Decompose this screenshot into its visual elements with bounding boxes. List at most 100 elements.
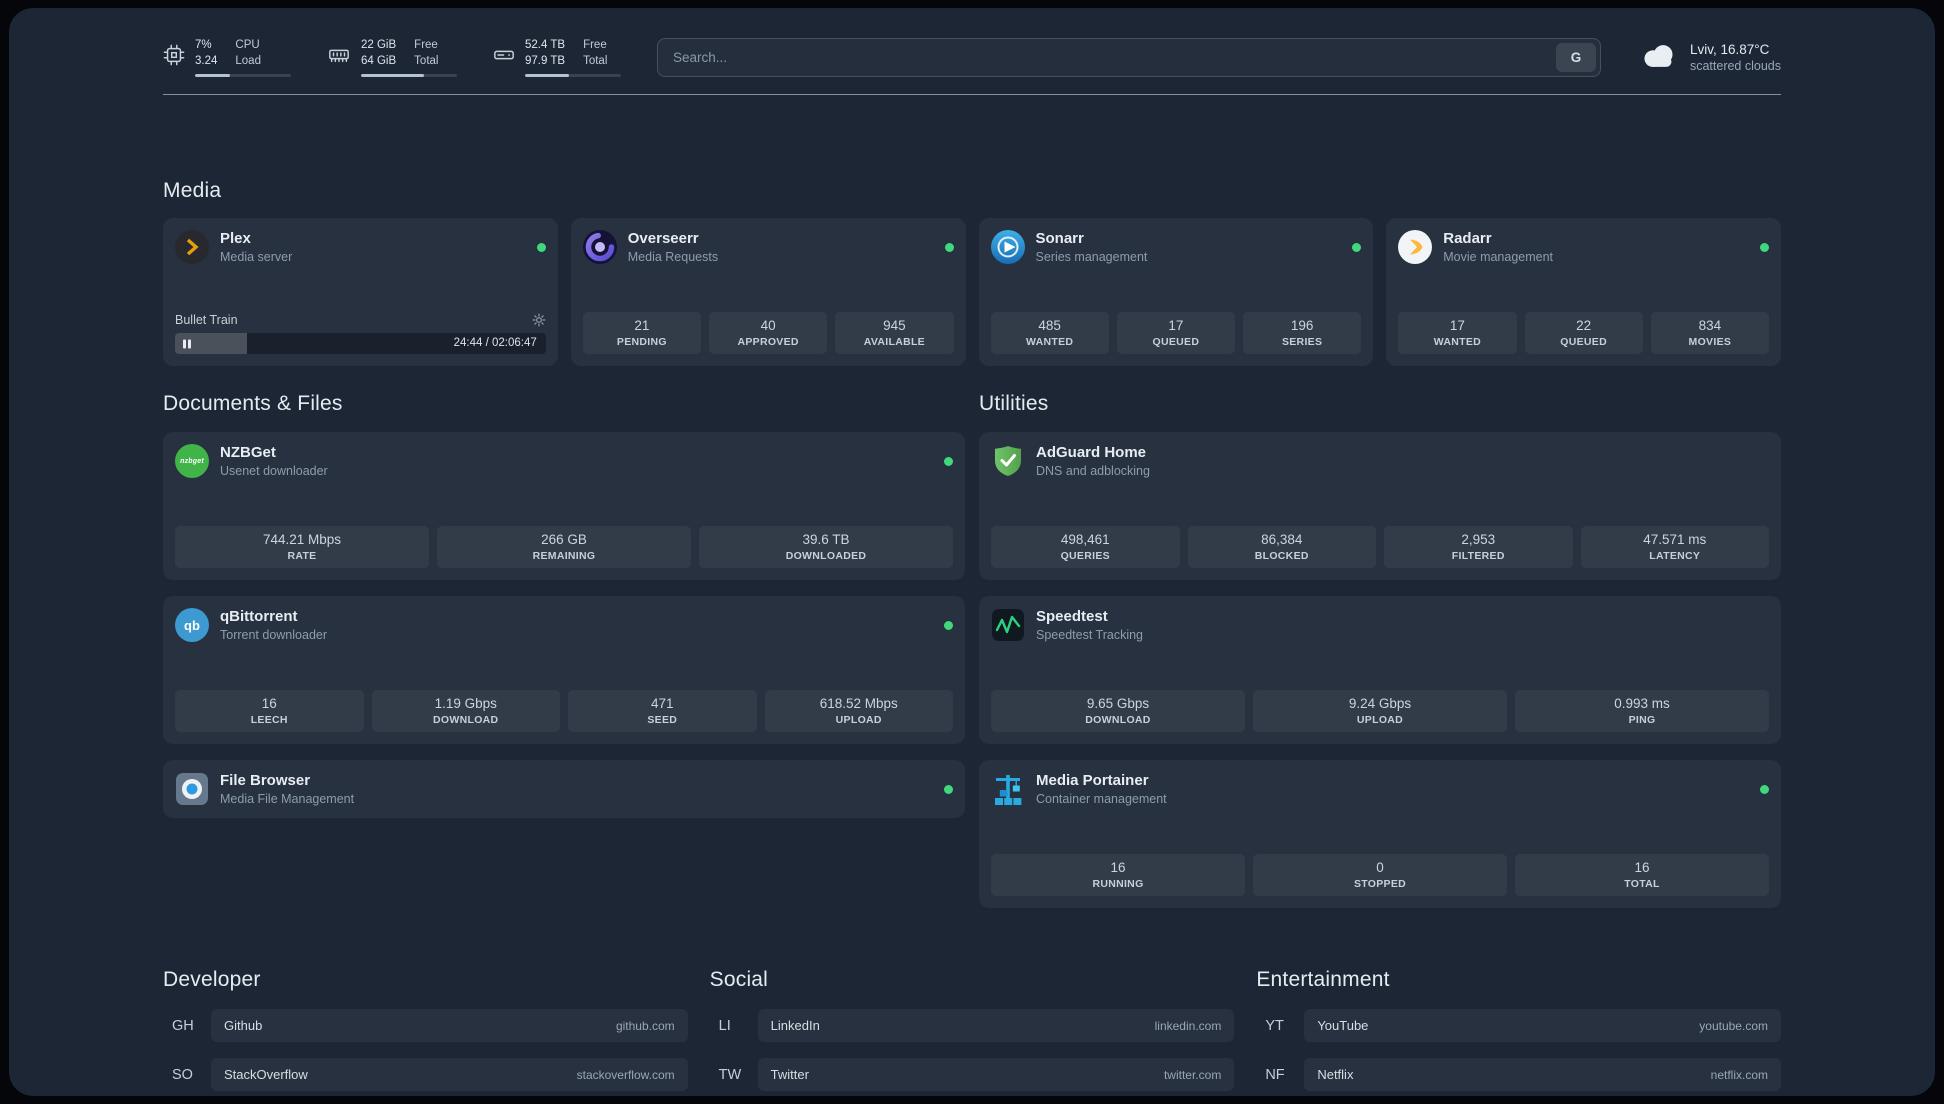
service-meta: Media Portainer Container management — [1036, 772, 1167, 806]
bookmark-pill: Twitter twitter.com — [757, 1058, 1235, 1091]
stat-tile: 16 RUNNING — [991, 853, 1245, 896]
stat-tile: 744.21 Mbps RATE — [175, 525, 429, 568]
stat-value: 22 — [1576, 317, 1592, 333]
overseerr-icon — [582, 230, 617, 264]
stat-value: 16 — [1110, 859, 1126, 875]
service-card-radarr[interactable]: Radarr Movie management 17 WANTED 22 QUE… — [1386, 218, 1781, 366]
bookmark-github[interactable]: GH Github github.com — [163, 1009, 688, 1042]
adguard-icon — [991, 444, 1025, 478]
pause-button[interactable] — [183, 339, 191, 348]
service-meta: Sonarr Series management — [1036, 230, 1148, 264]
stats-row: 744.21 Mbps RATE 266 GB REMAINING 39.6 T… — [175, 525, 953, 568]
service-meta: qBittorrent Torrent downloader — [220, 608, 327, 642]
search-provider-button[interactable]: G — [1555, 43, 1596, 72]
disk-stats: 52.4 TB 97.9 TB Free Total — [525, 38, 621, 77]
stat-value: 39.6 TB — [802, 531, 850, 547]
stat-label: UPLOAD — [835, 714, 882, 726]
now-playing-widget: Bullet Train 24:44 / 02:06:47 — [175, 313, 546, 354]
stat-value: 86,384 — [1261, 531, 1303, 547]
service-card-adguard[interactable]: AdGuard Home DNS and adblocking 498,461 … — [979, 432, 1781, 580]
gear-icon[interactable] — [532, 313, 546, 327]
service-card-filebrowser[interactable]: File Browser Media File Management — [163, 760, 965, 818]
stat-tile: 834 MOVIES — [1650, 311, 1769, 354]
stat-label: LEECH — [250, 714, 288, 726]
service-card-sonarr[interactable]: Sonarr Series management 485 WANTED 17 Q… — [978, 218, 1374, 366]
memory-widget: 22 GiB 64 GiB Free Total — [327, 38, 457, 77]
memory-stats: 22 GiB 64 GiB Free Total — [361, 38, 457, 77]
cpu-label-top: CPU — [235, 39, 260, 52]
playback-progress-bar[interactable]: 24:44 / 02:06:47 — [175, 333, 546, 354]
stat-value: 9.65 Gbps — [1086, 695, 1150, 711]
section-title-entertainment: Entertainment — [1256, 968, 1390, 991]
stats-row: 16 RUNNING 0 STOPPED 16 TOTAL — [991, 853, 1769, 896]
service-description: DNS and adblocking — [1036, 464, 1150, 478]
memory-free: 22 GiB — [361, 39, 397, 52]
bookmark-stackoverflow[interactable]: SO StackOverflow stackoverflow.com — [163, 1058, 688, 1091]
stat-label: STOPPED — [1353, 878, 1407, 890]
service-header: Speedtest Speedtest Tracking — [991, 608, 1769, 642]
service-meta: File Browser Media File Management — [220, 772, 354, 806]
bookmark-abbr: NF — [1265, 1066, 1285, 1083]
bookmark-twitter[interactable]: TW Twitter twitter.com — [710, 1058, 1235, 1091]
disk-widget: 52.4 TB 97.9 TB Free Total — [493, 38, 621, 77]
stat-value: 498,461 — [1060, 531, 1110, 547]
bookmark-rows: LI LinkedIn linkedin.com TW Twitter twit… — [710, 1009, 1235, 1091]
speedtest-icon — [991, 608, 1025, 642]
service-header: File Browser Media File Management — [175, 772, 953, 806]
service-header: nzbget NZBGet Usenet downloader — [175, 444, 953, 478]
stats-row: 16 LEECH 1.19 Gbps DOWNLOAD 471 SEED 618… — [175, 689, 953, 732]
service-name: Radarr — [1443, 230, 1492, 247]
bookmark-netflix[interactable]: NF Netflix netflix.com — [1256, 1058, 1781, 1091]
stat-tile: 16 LEECH — [175, 689, 364, 732]
stat-value: 2,953 — [1461, 531, 1496, 547]
service-header: AdGuard Home DNS and adblocking — [991, 444, 1769, 478]
status-dot — [1352, 242, 1362, 252]
cpu-widget: 7% 3.24 CPU Load — [163, 38, 291, 77]
bookmark-pill: LinkedIn linkedin.com — [757, 1009, 1235, 1042]
section-title-social: Social — [709, 968, 769, 991]
disk-free: 52.4 TB — [525, 39, 566, 52]
bookmark-abbr: TW — [718, 1066, 742, 1083]
stat-value: 1.19 Gbps — [434, 695, 497, 711]
service-card-overseerr[interactable]: Overseerr Media Requests 21 PENDING 40 A… — [570, 218, 966, 366]
stat-label: RUNNING — [1092, 878, 1144, 890]
stats-row: 9.65 Gbps DOWNLOAD 9.24 Gbps UPLOAD 0.99… — [991, 689, 1769, 732]
stat-tile: 2,953 FILTERED — [1384, 525, 1573, 568]
service-card-plex[interactable]: Plex Media server Bullet Train 24:44 / 0… — [163, 218, 558, 366]
bookmark-rows: GH Github github.com SO StackOverflow st… — [163, 1009, 688, 1096]
service-card-nzbget[interactable]: nzbget NZBGet Usenet downloader 744.21 M… — [163, 432, 965, 580]
status-dot — [1760, 242, 1769, 252]
memory-icon — [327, 44, 351, 71]
section-utilities: Utilities AdGuard Home DNS and adblockin… — [979, 392, 1781, 908]
stat-tile: 86,384 BLOCKED — [1187, 525, 1376, 568]
section-title-media: Media — [163, 179, 222, 202]
status-dot — [944, 784, 953, 794]
stat-label: DOWNLOAD — [433, 714, 499, 726]
service-card-speedtest[interactable]: Speedtest Speedtest Tracking 9.65 Gbps D… — [979, 596, 1781, 744]
content-wrapper: 7% 3.24 CPU Load 22 GiB 64 GiB Free Tota… — [163, 8, 1781, 1096]
stat-value: 485 — [1038, 317, 1061, 333]
cpu-stats: 7% 3.24 CPU Load — [195, 38, 291, 77]
service-description: Container management — [1036, 792, 1167, 806]
section-title-utilities: Utilities — [979, 392, 1049, 415]
stat-tile: 485 WANTED — [990, 311, 1109, 354]
bookmark-abbr: GH — [172, 1017, 194, 1034]
service-name: Speedtest — [1036, 608, 1108, 625]
stat-value: 0.993 ms — [1614, 695, 1670, 711]
stat-label: WANTED — [1433, 336, 1482, 348]
stat-label: MOVIES — [1688, 336, 1732, 348]
cloud-icon — [1639, 42, 1679, 74]
bookmark-youtube[interactable]: YT YouTube youtube.com — [1256, 1009, 1781, 1042]
bookmark-linkedin[interactable]: LI LinkedIn linkedin.com — [710, 1009, 1235, 1042]
status-dot — [944, 242, 954, 252]
search-input[interactable] — [671, 49, 1556, 66]
service-description: Usenet downloader — [220, 464, 328, 478]
stat-tile: 618.52 Mbps UPLOAD — [764, 689, 953, 732]
stat-value: 744.21 Mbps — [262, 531, 342, 547]
service-card-portainer[interactable]: Media Portainer Container management 16 … — [979, 760, 1781, 908]
bookmark-abbr: SO — [172, 1066, 193, 1083]
service-header: Plex Media server — [175, 230, 546, 264]
service-card-qbittorrent[interactable]: qb qBittorrent Torrent downloader 16 LEE… — [163, 596, 965, 744]
stat-tile: 17 WANTED — [1398, 311, 1517, 354]
bookmark-group-entertainment: Entertainment YT YouTube youtube.com NF … — [1256, 968, 1781, 1096]
